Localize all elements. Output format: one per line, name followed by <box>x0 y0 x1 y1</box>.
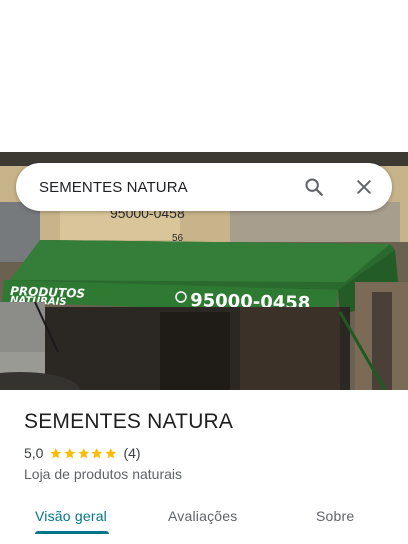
review-count[interactable]: (4) <box>123 445 140 461</box>
blank-header-area <box>0 0 408 152</box>
star-icon <box>64 447 76 458</box>
tab-reviews[interactable]: Avaliações <box>168 508 237 524</box>
star-icon <box>105 447 117 458</box>
place-category: Loja de produtos naturais <box>24 466 182 482</box>
search-icon <box>305 178 323 196</box>
rating-value: 5,0 <box>24 445 44 461</box>
rating-stars <box>49 447 117 460</box>
tab-about[interactable]: Sobre <box>316 508 354 524</box>
close-icon <box>357 180 371 194</box>
rating-row[interactable]: 5,0 (4) <box>24 445 141 461</box>
search-input[interactable]: SEMENTES NATURA <box>39 179 294 196</box>
search-bar[interactable]: SEMENTES NATURA <box>16 163 392 211</box>
star-icon <box>91 447 103 458</box>
place-name: SEMENTES NATURA <box>24 410 234 433</box>
active-tab-indicator <box>35 531 109 534</box>
search-button[interactable] <box>294 167 334 207</box>
star-icon <box>50 447 62 458</box>
star-icon <box>78 447 89 458</box>
tab-overview[interactable]: Visão geral <box>35 508 107 524</box>
clear-search-button[interactable] <box>344 167 384 207</box>
